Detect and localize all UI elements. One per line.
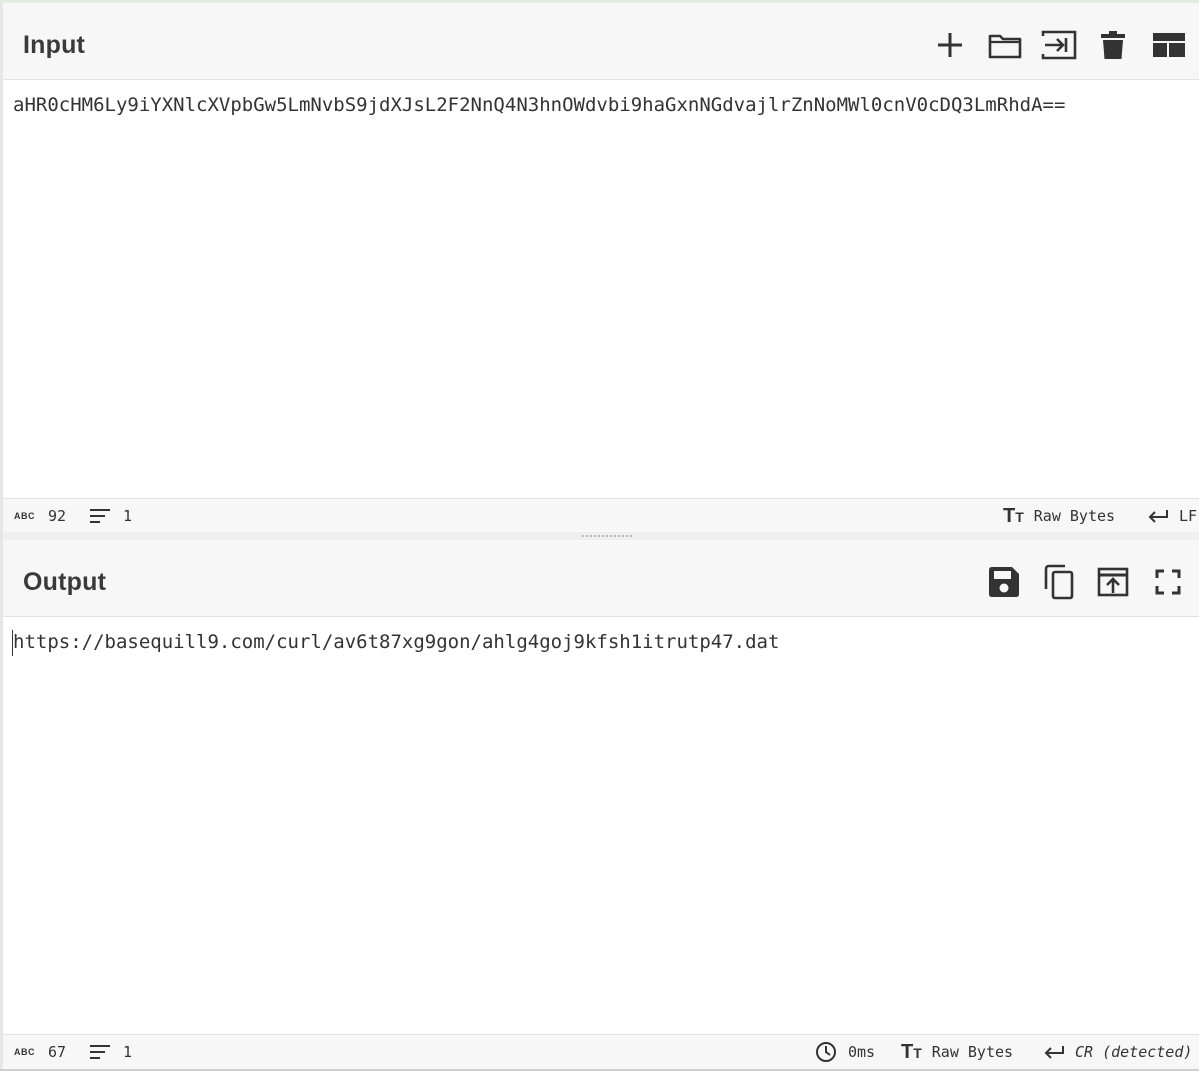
output-lines-info: 1	[89, 1035, 132, 1069]
input-header: Input	[3, 3, 1199, 80]
output-lines: 1	[123, 1043, 133, 1061]
folder-icon	[988, 34, 1022, 59]
output-length: 67	[48, 1043, 67, 1061]
add-tab-button[interactable]	[930, 25, 970, 65]
clock-icon	[816, 1042, 836, 1062]
abc-icon: ABC	[14, 1047, 35, 1057]
input-text-area[interactable]: aHR0cHM6Ly9iYXNlcXVpbGw5LmNvbS9jdXJsL2F2…	[3, 80, 1199, 498]
open-folder-button[interactable]	[985, 25, 1025, 65]
output-status-bar: ABC 67 1 0ms TT Raw Bytes CR (detected)	[3, 1034, 1199, 1070]
output-text-area[interactable]: https://basequill9.com/curl/av6t87xg9gon…	[3, 617, 1199, 1034]
reset-layout-button[interactable]	[1149, 25, 1189, 65]
input-lines-info: 1	[89, 499, 132, 533]
copy-output-button[interactable]	[1039, 562, 1079, 602]
return-arrow-icon	[1044, 1046, 1064, 1059]
bake-time: 0ms	[848, 1043, 876, 1061]
output-eol: CR (detected)	[1075, 1043, 1193, 1061]
input-title: Input	[23, 31, 86, 59]
input-eol: LF	[1179, 507, 1198, 525]
replace-input-button[interactable]	[1093, 562, 1133, 602]
maximise-output-button[interactable]	[1148, 562, 1188, 602]
output-length-info: ABC 67	[14, 1035, 66, 1069]
import-icon	[1041, 30, 1077, 60]
open-file-button[interactable]	[1039, 25, 1079, 65]
pane-resize-handle[interactable]	[3, 532, 1199, 540]
save-icon	[989, 567, 1019, 597]
replace-input-icon	[1097, 567, 1129, 597]
save-output-button[interactable]	[984, 562, 1024, 602]
input-encoding: Raw Bytes	[1033, 507, 1116, 525]
input-eol-button[interactable]: LF	[1147, 499, 1197, 533]
fullscreen-icon	[1155, 569, 1181, 595]
grip-dots	[581, 535, 633, 537]
output-eol-button[interactable]: CR (detected)	[1043, 1035, 1192, 1069]
clear-input-button[interactable]	[1093, 25, 1133, 65]
layout-icon	[1153, 33, 1185, 57]
input-status-bar: ABC 92 1 TT Raw Bytes LF	[3, 498, 1199, 533]
output-encoding-button[interactable]: TT Raw Bytes	[901, 1035, 1013, 1069]
abc-icon: ABC	[14, 511, 35, 521]
output-header: Output	[3, 540, 1199, 617]
trash-icon	[1101, 31, 1125, 59]
return-arrow-icon	[1148, 510, 1168, 523]
text-size-icon: TT	[901, 1040, 922, 1063]
input-length: 92	[48, 507, 67, 525]
lines-icon	[90, 1045, 110, 1059]
output-text: https://basequill9.com/curl/av6t87xg9gon…	[13, 631, 780, 653]
input-encoding-button[interactable]: TT Raw Bytes	[1003, 499, 1115, 533]
lines-icon	[90, 509, 110, 523]
output-encoding: Raw Bytes	[931, 1043, 1014, 1061]
text-size-icon: TT	[1003, 504, 1024, 527]
bake-time-info: 0ms	[815, 1035, 875, 1069]
input-length-info: ABC 92	[14, 499, 66, 533]
input-lines: 1	[123, 507, 133, 525]
plus-icon	[938, 33, 962, 57]
output-title: Output	[23, 568, 107, 596]
copy-icon	[1044, 564, 1074, 600]
input-text: aHR0cHM6Ly9iYXNlcXVpbGw5LmNvbS9jdXJsL2F2…	[13, 94, 1066, 116]
